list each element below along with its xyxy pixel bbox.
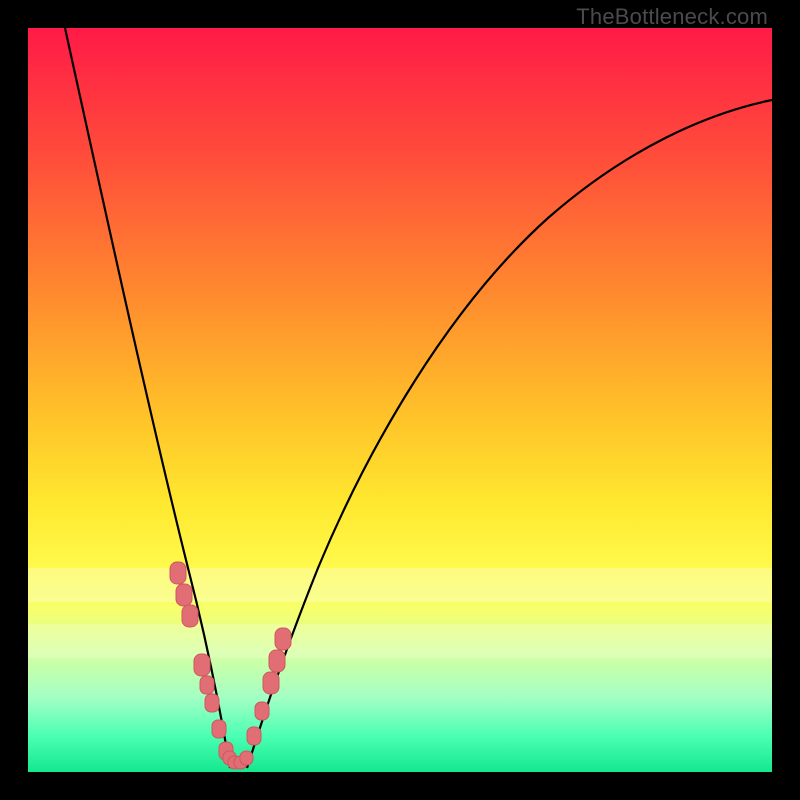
- marker: [205, 694, 219, 712]
- plot-area: [28, 28, 772, 772]
- marker: [269, 650, 285, 672]
- marker: [275, 628, 291, 650]
- marker: [240, 751, 253, 765]
- attribution-label: TheBottleneck.com: [576, 4, 768, 30]
- marker: [176, 584, 192, 606]
- chart-frame: TheBottleneck.com: [0, 0, 800, 800]
- curve-right-branch: [247, 100, 772, 768]
- marker: [170, 562, 186, 584]
- curve-layer: [28, 28, 772, 772]
- marker: [255, 702, 269, 720]
- marker: [247, 727, 261, 745]
- marker: [194, 654, 210, 676]
- marker: [182, 605, 198, 627]
- marker: [200, 676, 214, 694]
- marker: [212, 720, 226, 738]
- marker: [263, 672, 279, 694]
- marker-group: [170, 562, 291, 769]
